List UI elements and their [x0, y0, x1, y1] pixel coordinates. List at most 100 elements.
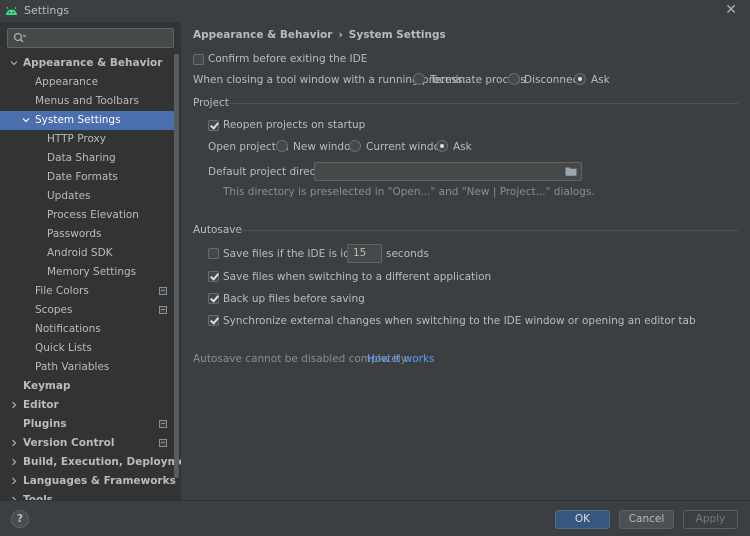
project-level-icon	[159, 306, 167, 314]
sidebar-scrollbar[interactable]	[174, 54, 179, 478]
default-directory-field[interactable]	[314, 162, 582, 181]
project-divider	[227, 103, 738, 104]
idle-seconds-suffix: seconds	[386, 248, 429, 260]
sidebar-item-label: Notifications	[35, 323, 101, 335]
sidebar-item-label: Quick Lists	[35, 342, 92, 354]
sidebar-item-label: Build, Execution, Deployment	[23, 456, 181, 468]
sidebar-item-version-control[interactable]: Version Control	[0, 434, 175, 453]
title-bar: Settings ✕	[0, 0, 750, 22]
chevron-right-icon[interactable]	[9, 400, 19, 410]
project-level-icon	[159, 439, 167, 447]
sidebar-item-label: Plugins	[23, 418, 67, 430]
disconnect-radio[interactable]	[508, 73, 520, 85]
sidebar-item-label: Scopes	[35, 304, 73, 316]
sidebar-item-memory-settings[interactable]: Memory Settings	[0, 263, 175, 282]
breadcrumb: Appearance & Behavior › System Settings	[193, 29, 446, 41]
sidebar-item-date-formats[interactable]: Date Formats	[0, 168, 175, 187]
sidebar-item-label: Date Formats	[47, 171, 118, 183]
project-level-icon	[159, 420, 167, 428]
sidebar-item-build-execution-deployment[interactable]: Build, Execution, Deployment	[0, 453, 181, 472]
current-window-radio[interactable]	[349, 140, 361, 152]
chevron-down-icon[interactable]	[21, 115, 31, 125]
reopen-projects-label[interactable]: Reopen projects on startup	[223, 119, 365, 131]
project-level-icon	[159, 287, 167, 295]
sidebar-item-label: File Colors	[35, 285, 89, 297]
ask-radio[interactable]	[574, 73, 586, 85]
sidebar-item-label: Passwords	[47, 228, 102, 240]
sidebar-item-label: Updates	[47, 190, 91, 202]
sidebar-item-notifications[interactable]: Notifications	[0, 320, 175, 339]
cancel-button[interactable]: Cancel	[619, 510, 674, 529]
sidebar-item-appearance[interactable]: Appearance	[0, 73, 175, 92]
folder-icon[interactable]	[565, 166, 577, 176]
sidebar-item-label: Appearance	[35, 76, 99, 88]
chevron-right-icon[interactable]	[9, 457, 19, 467]
sidebar-item-http-proxy[interactable]: HTTP Proxy	[0, 130, 175, 149]
sidebar-item-path-variables[interactable]: Path Variables	[0, 358, 175, 377]
sidebar-item-label: Menus and Toolbars	[35, 95, 140, 107]
sidebar-item-label: Android SDK	[47, 247, 113, 259]
android-icon	[6, 6, 17, 15]
apply-button[interactable]: Apply	[683, 510, 738, 529]
default-directory-hint: This directory is preselected in "Open..…	[223, 186, 595, 198]
autosave-divider	[237, 230, 738, 231]
chevron-right-icon[interactable]	[9, 438, 19, 448]
save-switching-label[interactable]: Save files when switching to a different…	[223, 271, 491, 283]
save-switching-checkbox[interactable]	[208, 271, 219, 282]
reopen-projects-checkbox[interactable]	[208, 120, 219, 131]
help-button[interactable]: ?	[11, 510, 29, 528]
save-idle-checkbox[interactable]	[208, 248, 219, 259]
sidebar-item-languages-frameworks[interactable]: Languages & Frameworks	[0, 472, 176, 491]
how-it-works-link[interactable]: How it works	[367, 353, 435, 365]
breadcrumb-parent[interactable]: Appearance & Behavior	[193, 29, 332, 41]
breadcrumb-separator: ›	[338, 29, 343, 41]
sidebar-item-process-elevation[interactable]: Process Elevation	[0, 206, 175, 225]
chevron-right-icon[interactable]	[9, 476, 19, 486]
sidebar-item-editor[interactable]: Editor	[0, 396, 175, 415]
sidebar-item-label: Path Variables	[35, 361, 110, 373]
sidebar-item-appearance-behavior[interactable]: Appearance & Behavior	[0, 54, 175, 73]
terminate-process-radio[interactable]	[413, 73, 425, 85]
sidebar-item-plugins[interactable]: Plugins	[0, 415, 175, 434]
sidebar-item-label: Languages & Frameworks	[23, 475, 176, 487]
ask-project-radio[interactable]	[436, 140, 448, 152]
sidebar-item-scopes[interactable]: Scopes	[0, 301, 175, 320]
search-icon	[13, 32, 26, 43]
breadcrumb-current: System Settings	[348, 29, 446, 41]
ask-project-label[interactable]: Ask	[453, 141, 472, 153]
backup-files-checkbox[interactable]	[208, 293, 219, 304]
sidebar-item-quick-lists[interactable]: Quick Lists	[0, 339, 175, 358]
project-section-title: Project	[193, 97, 229, 109]
ask-label[interactable]: Ask	[591, 74, 610, 86]
sidebar-item-menus-and-toolbars[interactable]: Menus and Toolbars	[0, 92, 175, 111]
dialog-footer: ? OK Cancel Apply	[0, 500, 750, 536]
new-window-radio[interactable]	[276, 140, 288, 152]
ok-button[interactable]: OK	[555, 510, 610, 529]
confirm-exit-checkbox[interactable]	[193, 54, 204, 65]
sidebar-item-label: HTTP Proxy	[47, 133, 106, 145]
sidebar-item-label: Process Elevation	[47, 209, 139, 221]
sidebar-item-label: Appearance & Behavior	[23, 57, 163, 69]
sidebar-item-tools[interactable]: Tools	[0, 491, 175, 500]
autosave-section-title: Autosave	[193, 224, 242, 236]
search-input[interactable]	[7, 28, 174, 48]
sidebar-item-updates[interactable]: Updates	[0, 187, 175, 206]
confirm-exit-label[interactable]: Confirm before exiting the IDE	[208, 53, 367, 65]
sidebar-item-label: Memory Settings	[47, 266, 137, 278]
sidebar-item-label: Editor	[23, 399, 59, 411]
sidebar-item-label: Version Control	[23, 437, 115, 449]
sidebar-item-keymap[interactable]: Keymap	[0, 377, 175, 396]
sync-external-checkbox[interactable]	[208, 315, 219, 326]
sidebar-item-passwords[interactable]: Passwords	[0, 225, 175, 244]
sidebar-item-data-sharing[interactable]: Data Sharing	[0, 149, 175, 168]
main-panel: Appearance & Behavior › System Settings Co…	[181, 22, 750, 500]
close-icon[interactable]: ✕	[725, 2, 737, 18]
sidebar-item-android-sdk[interactable]: Android SDK	[0, 244, 175, 263]
tool-window-label: When closing a tool window with a runnin…	[193, 74, 466, 86]
backup-files-label[interactable]: Back up files before saving	[223, 293, 365, 305]
sync-external-label[interactable]: Synchronize external changes when switch…	[223, 315, 696, 327]
sidebar-item-system-settings[interactable]: System Settings	[0, 111, 175, 130]
idle-seconds-input[interactable]: 15	[347, 244, 382, 263]
sidebar-item-file-colors[interactable]: File Colors	[0, 282, 175, 301]
chevron-down-icon[interactable]	[9, 58, 19, 68]
